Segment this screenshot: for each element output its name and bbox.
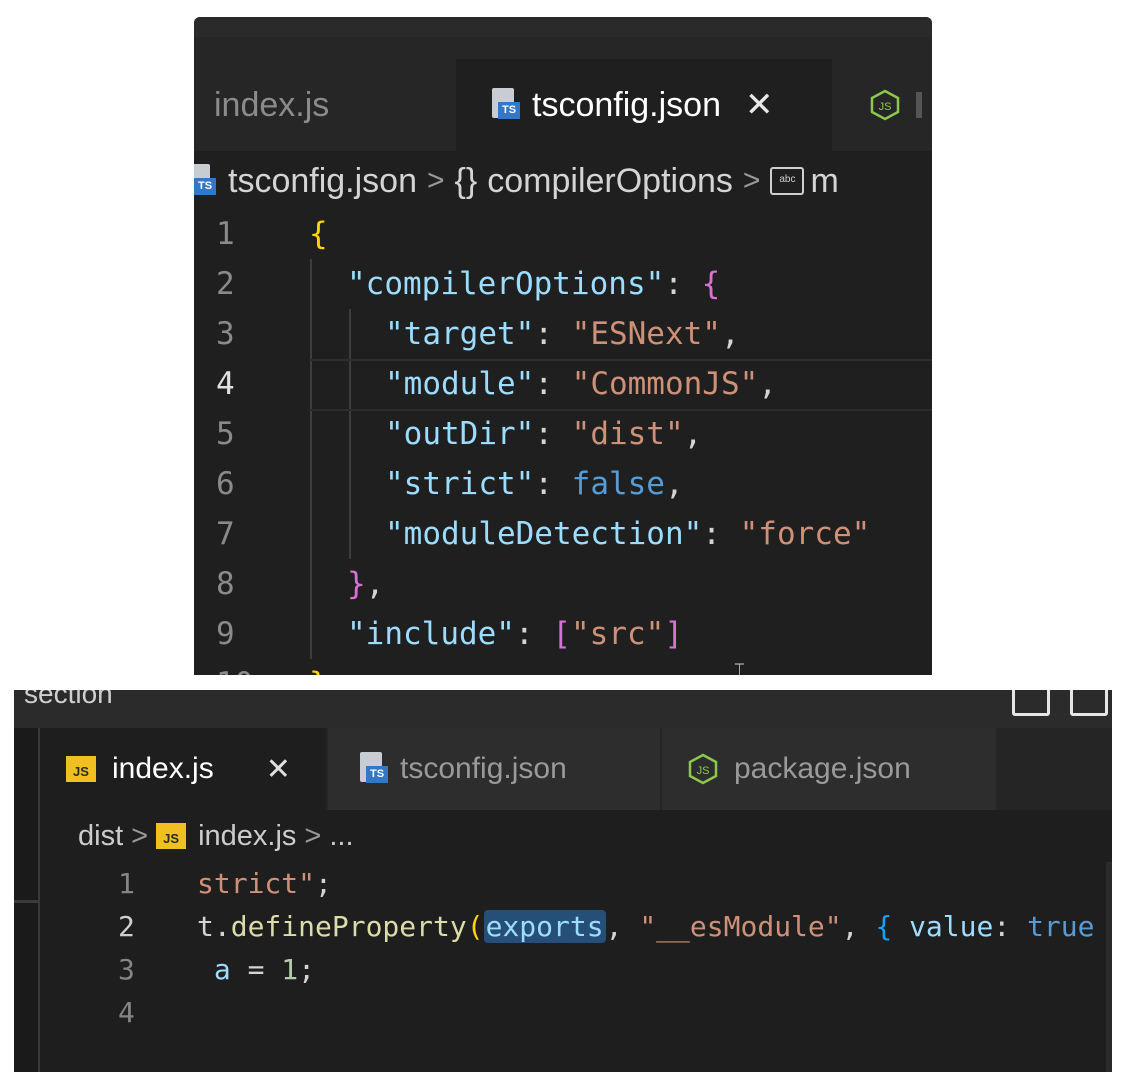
index-js-editor-panel: section JS index.js ✕ TS tsconfig.json J… (14, 690, 1112, 1072)
tab-label: tsconfig.json (532, 85, 721, 124)
tsconfig-editor-panel: index.js TS tsconfig.json ✕ JS TS tsconf… (194, 17, 932, 675)
mouse-cursor-icon: ⌶ (734, 660, 745, 675)
code-line[interactable]: 10} (194, 659, 932, 675)
tab-label: tsconfig.json (400, 752, 567, 785)
code-line[interactable]: 9 "include": ["src"] (194, 609, 932, 659)
code-text: "outDir": "dist", (385, 416, 703, 452)
split-editor-icon[interactable] (1012, 690, 1050, 716)
object-icon: {} (454, 161, 478, 200)
line-number: 2 (118, 910, 135, 943)
line-number: 4 (216, 366, 235, 402)
code-line[interactable]: 3 a = 1; (14, 948, 1112, 992)
tab-label: package.json (734, 752, 911, 785)
breadcrumb-file[interactable]: index.js (198, 820, 296, 853)
line-number: 10 (216, 659, 253, 675)
minimap[interactable] (1106, 862, 1112, 1072)
breadcrumb: TS tsconfig.json > {} compilerOptions > … (194, 157, 839, 205)
breadcrumb-symbols[interactable]: ... (329, 820, 353, 853)
code-text: "moduleDetection": "force" (385, 516, 871, 552)
breadcrumb-object[interactable]: compilerOptions (487, 162, 733, 201)
code-text: { (309, 216, 328, 252)
tab-label: index.js (112, 752, 214, 785)
code-text: t.defineProperty(exports, "__esModule", … (197, 910, 1095, 943)
code-line[interactable]: 4 "module": "CommonJS", (194, 359, 932, 411)
code-line[interactable]: 8}, (194, 559, 932, 609)
breadcrumb: dist > JS index.js > ... (78, 816, 354, 856)
panel-title-bar: section (14, 690, 1112, 728)
js-icon: JS (66, 756, 96, 782)
close-icon[interactable]: ✕ (745, 85, 774, 125)
tab-index-js[interactable]: index.js (194, 59, 456, 151)
tab-label: index.js (214, 85, 330, 124)
code-line[interactable]: 2 t.defineProperty(exports, "__esModule",… (14, 905, 1112, 949)
breadcrumb-folder[interactable]: dist (78, 820, 123, 853)
code-line[interactable]: 5 "outDir": "dist", (194, 409, 932, 459)
code-line[interactable]: 1 strict"; (14, 862, 1112, 906)
code-text: a = 1; (213, 953, 316, 986)
code-line[interactable]: 3 "target": "ESNext", (194, 309, 932, 359)
tab-tsconfig-json[interactable]: TS tsconfig.json (328, 728, 660, 810)
line-number: 3 (216, 316, 235, 352)
code-line[interactable]: 1{ (194, 209, 932, 259)
line-number: 2 (216, 266, 235, 302)
ts-file-icon: TS (194, 164, 216, 198)
chevron-right-icon: > (427, 164, 445, 197)
ts-file-icon: TS (490, 88, 520, 122)
line-number: 7 (216, 516, 235, 552)
tab-bar: index.js TS tsconfig.json ✕ JS (194, 37, 932, 151)
line-number: 9 (216, 616, 235, 652)
code-line[interactable]: 2 "compilerOptions": { (194, 259, 932, 309)
code-text: "include": ["src"] (347, 616, 683, 652)
code-text: }, (347, 566, 385, 602)
breadcrumb-file[interactable]: tsconfig.json (228, 162, 417, 201)
code-text: } (309, 659, 328, 675)
section-label: section (24, 690, 113, 709)
line-number: 5 (216, 416, 235, 452)
code-text: "strict": false, (385, 466, 684, 502)
code-text: "module": "CommonJS", (385, 366, 777, 402)
tab-tsconfig-json[interactable]: TS tsconfig.json ✕ (456, 59, 832, 151)
window-strip (194, 17, 932, 37)
tab-bar: JS index.js ✕ TS tsconfig.json JS packag… (42, 728, 1112, 810)
ts-file-icon: TS (358, 752, 388, 786)
line-number: 8 (216, 566, 235, 602)
node-icon: JS (870, 89, 900, 121)
node-icon: JS (688, 753, 718, 785)
code-line[interactable]: 7 "moduleDetection": "force" (194, 509, 932, 559)
line-number: 4 (118, 996, 135, 1029)
code-text: "target": "ESNext", (385, 316, 740, 352)
chevron-right-icon: > (304, 819, 322, 852)
svg-text:JS: JS (879, 101, 892, 113)
breadcrumb-property[interactable]: m (810, 162, 838, 201)
line-number: 6 (216, 466, 235, 502)
maximize-icon[interactable] (1070, 690, 1108, 716)
chevron-right-icon: > (742, 164, 761, 197)
close-icon[interactable]: ✕ (266, 752, 291, 787)
code-line[interactable]: 6 "strict": false, (194, 459, 932, 509)
code-line[interactable]: 4 (14, 991, 1112, 1035)
code-area[interactable]: 1 strict"; 2 t.defineProperty(exports, "__e… (14, 862, 1112, 1072)
line-number: 3 (118, 953, 135, 986)
code-text: "compilerOptions": { (347, 266, 721, 302)
svg-text:JS: JS (697, 765, 710, 777)
line-number: 1 (118, 867, 135, 900)
tab-package-json[interactable]: JS (836, 59, 932, 151)
code-text: strict"; (197, 867, 332, 900)
tab-package-json[interactable]: JS package.json (662, 728, 996, 810)
tab-index-js[interactable]: JS index.js ✕ (42, 728, 326, 810)
line-number: 1 (216, 216, 235, 252)
chevron-right-icon: > (131, 819, 149, 852)
string-property-icon: abc (770, 167, 805, 195)
js-icon: JS (156, 823, 187, 849)
